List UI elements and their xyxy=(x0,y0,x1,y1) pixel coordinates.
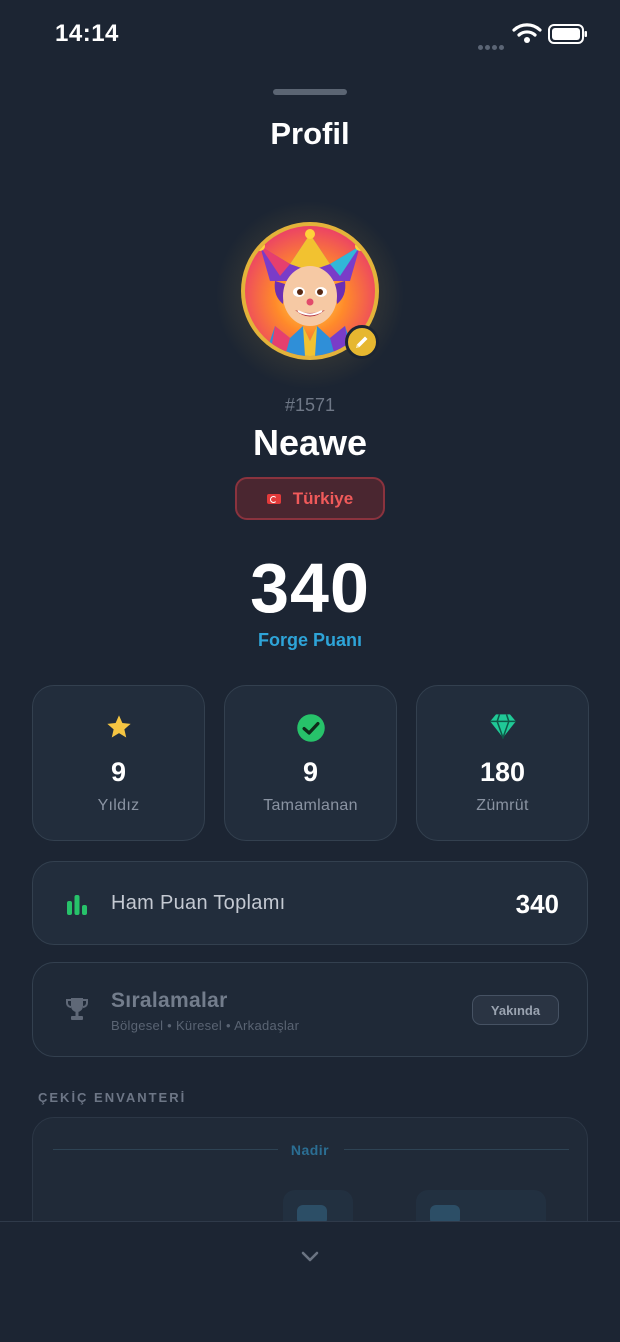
bar-chart-icon xyxy=(67,895,87,915)
user-id: #1571 xyxy=(284,395,336,415)
edit-avatar-button[interactable] xyxy=(345,325,379,359)
check-circle-icon xyxy=(296,714,325,742)
stat-card-emeralds[interactable]: 180 Zümrüt xyxy=(416,685,589,841)
bottom-bar xyxy=(0,1221,620,1342)
pencil-icon xyxy=(356,336,368,348)
stat-value: 9 xyxy=(110,757,127,787)
forge-score-value: 340 xyxy=(250,549,370,627)
country-badge[interactable]: Türkiye xyxy=(235,477,385,520)
stat-label: Tamamlanan xyxy=(263,797,358,814)
rankings-title: Sıralamalar xyxy=(111,989,228,1012)
turkey-flag-icon xyxy=(266,493,281,504)
stat-card-stars[interactable]: 9 Yıldız xyxy=(32,685,205,841)
forge-score-label: Forge Puanı xyxy=(257,630,362,650)
sheet-grabber[interactable] xyxy=(273,89,347,95)
country-label: Türkiye xyxy=(292,488,354,508)
rankings-row[interactable]: Sıralamalar Bölgesel • Küresel • Arkadaş… xyxy=(32,962,588,1057)
stat-value: 9 xyxy=(302,757,319,787)
raw-score-label: Ham Puan Toplamı xyxy=(111,892,286,914)
gem-icon xyxy=(489,714,516,739)
page-title: Profil xyxy=(270,116,350,151)
stat-card-completed[interactable]: 9 Tamamlanan xyxy=(224,685,397,841)
raw-score-row[interactable]: Ham Puan Toplamı 340 xyxy=(32,861,588,945)
stat-value: 180 xyxy=(479,757,526,787)
user-name: Neawe xyxy=(252,422,368,463)
cellular-dots-icon xyxy=(478,37,506,50)
chevron-down-icon[interactable] xyxy=(300,1250,320,1264)
rarity-label: Nadir xyxy=(290,1142,330,1158)
coming-soon-badge: Yakında xyxy=(472,995,559,1025)
status-time: 14:14 xyxy=(55,20,119,47)
status-bar: 14:14 xyxy=(0,0,620,70)
raw-score-value: 340 xyxy=(515,889,559,919)
stat-label: Zümrüt xyxy=(476,797,529,814)
battery-icon xyxy=(548,24,588,44)
stat-label: Yıldız xyxy=(97,797,140,814)
inventory-section-title: ÇEKİÇ ENVANTERİ xyxy=(38,1090,187,1105)
rankings-subtitle: Bölgesel • Küresel • Arkadaşlar xyxy=(111,1018,300,1033)
wifi-icon xyxy=(512,22,542,44)
star-icon xyxy=(106,715,131,738)
trophy-icon xyxy=(66,998,88,1020)
